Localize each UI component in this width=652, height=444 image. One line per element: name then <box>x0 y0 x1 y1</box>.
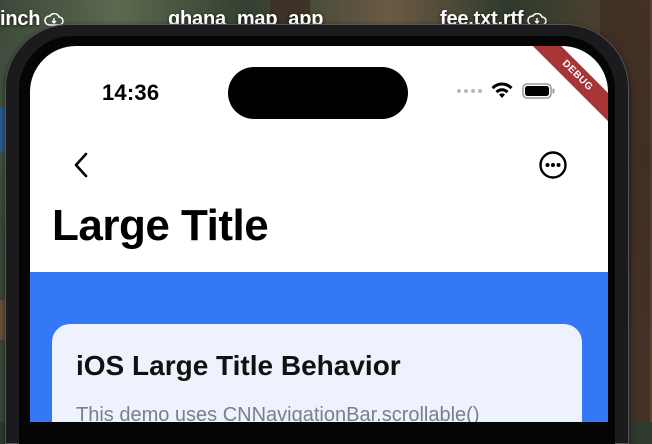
card-body: This demo uses CNNavigationBar.scrollabl… <box>76 404 480 422</box>
more-options-button[interactable] <box>538 150 568 180</box>
chevron-left-icon <box>74 152 88 178</box>
info-card: iOS Large Title Behavior This demo uses … <box>52 324 582 422</box>
cellular-signal-icon <box>457 89 482 93</box>
scroll-content[interactable]: iOS Large Title Behavior This demo uses … <box>30 272 608 422</box>
desktop-file-label: inch <box>0 8 41 30</box>
dynamic-island <box>228 67 408 119</box>
back-button[interactable] <box>70 150 94 180</box>
status-time: 14:36 <box>102 80 160 105</box>
battery-icon <box>522 83 555 99</box>
large-title: Large Title <box>52 201 269 250</box>
card-title: iOS Large Title Behavior <box>76 350 401 381</box>
status-icons <box>457 82 556 100</box>
app-screen: 14:36 DEBUG Large Title iOS Large Title … <box>30 46 608 422</box>
ellipsis-circle-icon <box>539 151 567 179</box>
wifi-icon <box>491 82 513 98</box>
